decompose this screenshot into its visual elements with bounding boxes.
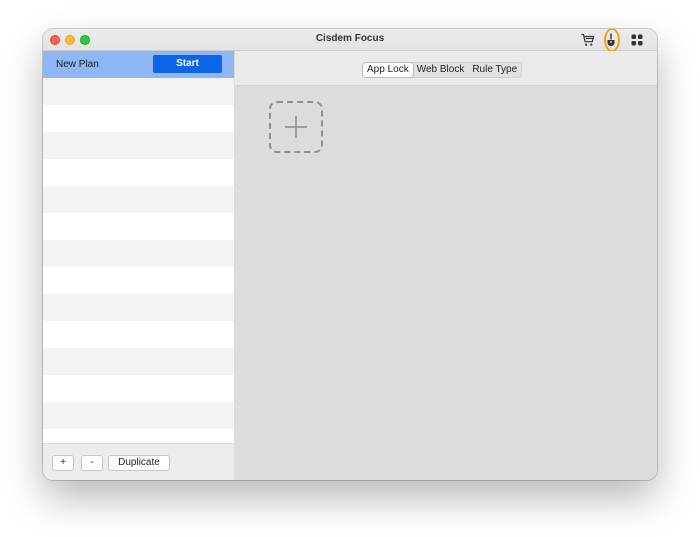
list-item (43, 159, 234, 186)
list-item (43, 240, 234, 267)
plan-row-selected[interactable]: New Plan Start (43, 51, 234, 78)
plans-sidebar: New Plan Start + - Duplicate (43, 51, 234, 480)
list-item (43, 294, 234, 321)
list-item (43, 348, 234, 375)
list-item (43, 132, 234, 159)
plan-name: New Plan (56, 59, 99, 70)
list-item (43, 375, 234, 402)
title-bar: Cisdem Focus (43, 29, 657, 52)
main-panel: App Lock Web Block Rule Type (235, 51, 657, 480)
rule-tabs: App Lock Web Block Rule Type (362, 62, 523, 78)
plan-list (43, 78, 234, 456)
list-item (43, 267, 234, 294)
plus-icon (285, 116, 307, 138)
add-app-button[interactable] (269, 101, 323, 153)
app-window: Cisdem Focus New Plan Start + - Duplicat… (43, 29, 657, 480)
list-item (43, 321, 234, 348)
tab-rule-type[interactable]: Rule Type (468, 63, 521, 77)
grid-icon[interactable] (629, 32, 645, 48)
list-item (43, 213, 234, 240)
tab-web-block[interactable]: Web Block (413, 63, 469, 77)
list-item (43, 105, 234, 132)
window-title: Cisdem Focus (315, 33, 385, 44)
list-item (43, 78, 234, 105)
duplicate-plan-button[interactable]: Duplicate (108, 455, 170, 471)
list-item (43, 186, 234, 213)
remove-plan-button[interactable]: - (81, 455, 103, 471)
tab-app-lock[interactable]: App Lock (363, 63, 413, 77)
main-toolbar: App Lock Web Block Rule Type (235, 51, 657, 86)
cart-icon[interactable] (580, 32, 596, 48)
list-item (43, 402, 234, 429)
start-button[interactable]: Start (153, 55, 222, 73)
add-plan-button[interactable]: + (52, 455, 74, 471)
highlight-ring (604, 29, 620, 52)
sidebar-footer: + - Duplicate (43, 443, 234, 480)
